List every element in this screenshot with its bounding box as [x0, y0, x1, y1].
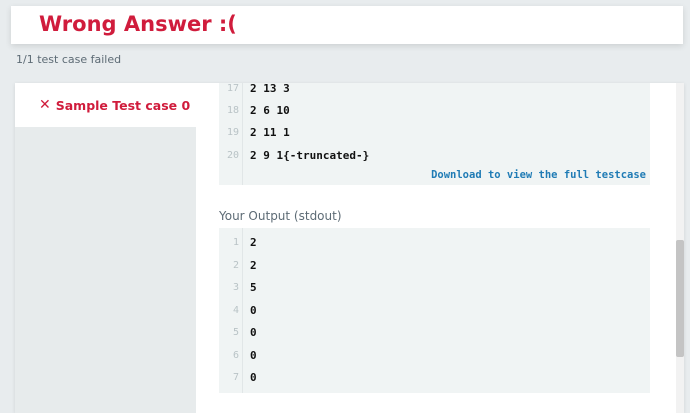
code-line: 5 0 — [219, 322, 650, 344]
code-line: 17 2 13 3 — [219, 83, 650, 100]
tab-sample-test-case-0[interactable]: ✕ Sample Test case 0 — [15, 83, 196, 127]
line-number: 7 — [232, 372, 239, 383]
line-number: 2 — [232, 260, 239, 271]
line-number: 18 — [226, 105, 239, 116]
line-text: 0 — [250, 304, 257, 317]
code-line: 7 0 — [219, 367, 650, 389]
scrollbar-thumb[interactable] — [676, 240, 684, 357]
line-text: 2 — [250, 259, 257, 272]
output-label: Your Output (stdout) — [219, 209, 342, 223]
line-text: 2 — [250, 236, 257, 249]
line-text: 2 9 1{-truncated-} — [250, 149, 370, 162]
code-line: 20 2 9 1{-truncated-} — [219, 145, 650, 167]
line-text: 2 6 10 — [250, 104, 290, 117]
line-number: 4 — [232, 305, 239, 316]
testcase-sidebar: ✕ Sample Test case 0 — [15, 83, 196, 413]
line-number: 6 — [232, 350, 239, 361]
line-number: 5 — [232, 327, 239, 338]
line-number: 17 — [226, 83, 239, 94]
close-icon: ✕ — [39, 97, 51, 113]
output-code-block: 1 2 2 2 3 5 4 0 5 0 6 0 7 0 — [219, 228, 650, 393]
line-number: 3 — [232, 282, 239, 293]
line-text: 0 — [250, 326, 257, 339]
scrollbar-track[interactable] — [676, 83, 684, 413]
line-number: 19 — [226, 127, 239, 138]
line-text: 5 — [250, 281, 257, 294]
code-line: 3 5 — [219, 277, 650, 299]
code-line: 6 0 — [219, 345, 650, 367]
code-line: 2 2 — [219, 255, 650, 277]
line-text: 2 11 1 — [250, 126, 290, 139]
line-number: 1 — [232, 237, 239, 248]
testcase-panel: ✕ Sample Test case 0 17 2 13 3 18 2 6 10… — [15, 83, 684, 413]
test-summary: 1/1 test case failed — [16, 53, 122, 66]
result-title: Wrong Answer :( — [39, 12, 237, 36]
line-text: 0 — [250, 371, 257, 384]
code-line: 18 2 6 10 — [219, 100, 650, 122]
tab-label: Sample Test case 0 — [55, 97, 191, 113]
line-text: 0 — [250, 349, 257, 362]
line-number: 20 — [226, 150, 239, 161]
result-banner: Wrong Answer :( — [11, 6, 683, 44]
code-line: 1 2 — [219, 232, 650, 254]
input-code-block: 17 2 13 3 18 2 6 10 19 2 11 1 20 2 9 1{-… — [219, 83, 650, 185]
code-line: 19 2 11 1 — [219, 122, 650, 144]
code-line: 4 0 — [219, 300, 650, 322]
download-full-testcase-link[interactable]: Download to view the full testcase — [431, 169, 646, 181]
line-text: 2 13 3 — [250, 83, 290, 95]
